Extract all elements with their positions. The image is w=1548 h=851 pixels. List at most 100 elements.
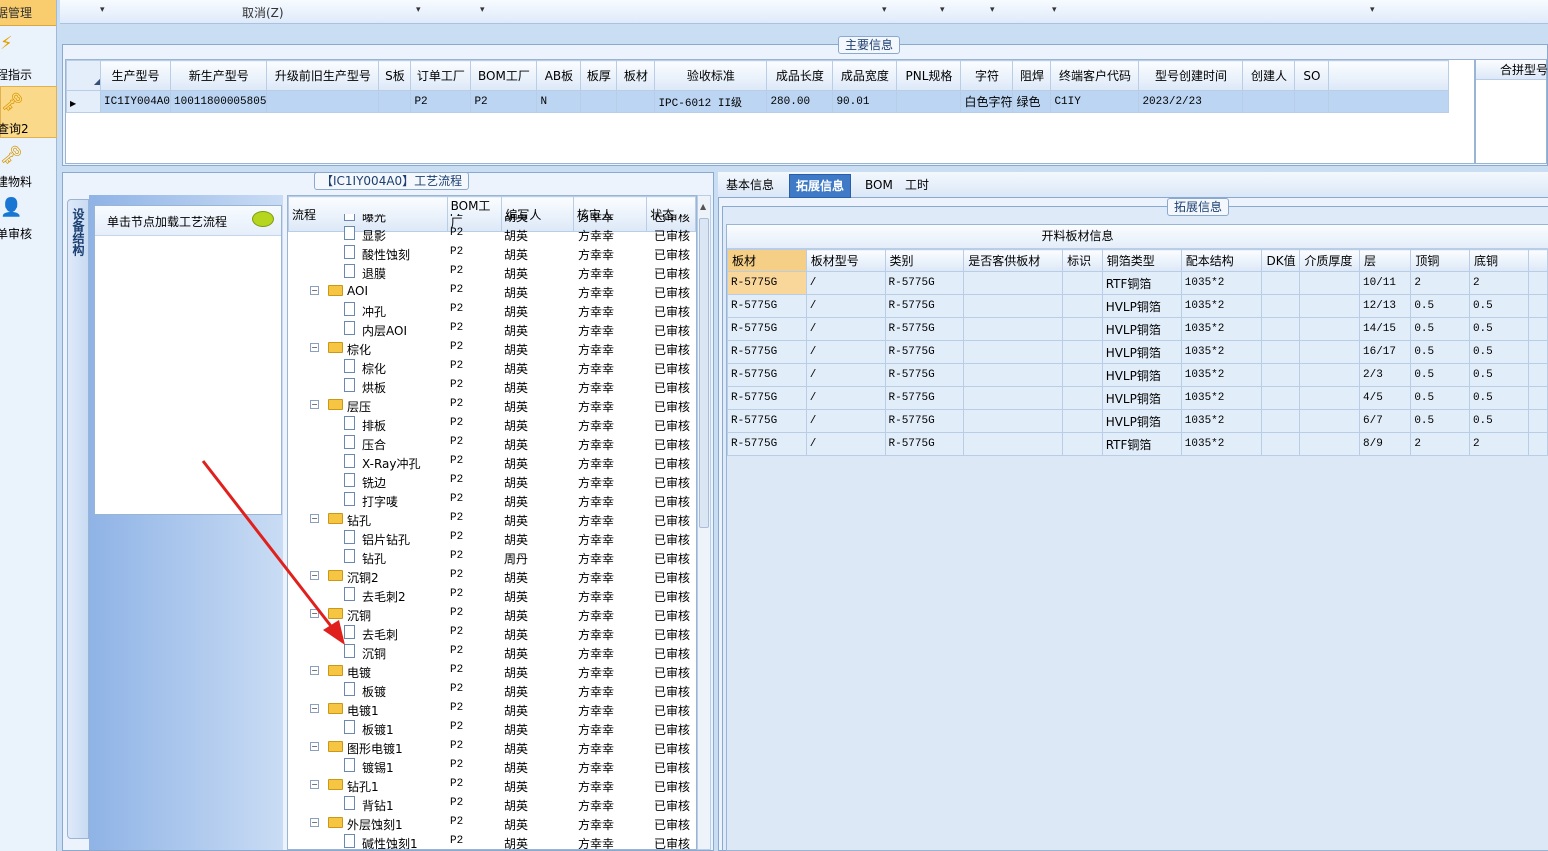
cell[interactable]: / <box>805 294 886 318</box>
cell[interactable]: P2 <box>470 90 538 113</box>
cell[interactable]: 2023/2/23 <box>1138 90 1244 113</box>
cell[interactable] <box>896 90 962 113</box>
tab-extended-info[interactable]: 拓展信息 <box>789 174 852 198</box>
cell[interactable]: HVLP铜箔 <box>1101 386 1182 410</box>
tree-row[interactable]: 显影 P2 胡英 方幸幸 已审核 <box>288 225 696 244</box>
col-header[interactable]: 板材 <box>616 60 656 91</box>
tree-row[interactable]: 冲孔 P2 胡英 方幸幸 已审核 <box>288 301 696 320</box>
cell[interactable]: 2 <box>1410 432 1470 456</box>
cell[interactable]: 0.5 <box>1468 294 1529 318</box>
cell[interactable]: 0.5 <box>1410 340 1470 364</box>
table-row[interactable]: R-5775G / R-5775G HVLP铜箔 1035*2 12/13 0.5 0.5 <box>727 294 1548 318</box>
cell[interactable]: HVLP铜箔 <box>1101 409 1182 433</box>
cell[interactable]: 0.5 <box>1468 386 1529 410</box>
cell[interactable]: C1IY <box>1050 90 1140 113</box>
cell[interactable]: 0.5 <box>1468 340 1529 364</box>
cell[interactable]: 1035*2 <box>1180 317 1263 341</box>
cell[interactable]: 0.5 <box>1468 409 1529 433</box>
cell[interactable] <box>963 317 1064 341</box>
col-header[interactable]: 类别 <box>884 249 965 272</box>
cell[interactable] <box>963 340 1064 364</box>
tree-row[interactable]: 棕化 P2 胡英 方幸幸 已审核 <box>288 358 696 377</box>
collapse-toggle-icon[interactable]: − <box>310 742 319 751</box>
cell[interactable] <box>266 90 380 113</box>
cell[interactable]: 2 <box>1468 432 1529 456</box>
cell[interactable]: 1035*2 <box>1180 340 1263 364</box>
col-header[interactable]: 板材型号 <box>805 249 886 272</box>
dropdown-arrow-icon[interactable]: ▾ <box>480 5 485 15</box>
dropdown-arrow-icon[interactable]: ▾ <box>882 5 887 15</box>
cell[interactable]: R-5775G <box>884 294 965 318</box>
tree-row[interactable]: − AOI P2 胡英 方幸幸 已审核 <box>288 282 696 301</box>
cell[interactable] <box>1261 317 1301 341</box>
cell[interactable] <box>616 90 656 113</box>
cell[interactable]: R-5775G <box>727 271 807 295</box>
cell[interactable]: R-5775G <box>727 386 807 410</box>
tree-row[interactable]: 烘板 P2 胡英 方幸幸 已审核 <box>288 377 696 396</box>
cell[interactable]: 0.5 <box>1468 363 1529 387</box>
table-row[interactable]: R-5775G / R-5775G HVLP铜箔 1035*2 14/15 0.5 0.5 <box>727 317 1548 341</box>
dropdown-arrow-icon[interactable]: ▾ <box>1370 5 1375 15</box>
collapse-toggle-icon[interactable]: − <box>310 666 319 675</box>
cell[interactable] <box>1299 294 1360 318</box>
col-header[interactable]: PNL规格 <box>896 60 962 91</box>
cell[interactable]: / <box>805 363 886 387</box>
table-row[interactable]: R-5775G / R-5775G HVLP铜箔 1035*2 2/3 0.5 0.5 <box>727 363 1548 387</box>
table-row[interactable]: R-5775G / R-5775G HVLP铜箔 1035*2 16/17 0.5 0.5 <box>727 340 1548 364</box>
cell[interactable] <box>1299 271 1360 295</box>
tree-row[interactable]: − 沉铜2 P2 胡英 方幸幸 已审核 <box>288 567 696 586</box>
tree-scrollbar[interactable]: ▲ <box>697 195 711 850</box>
tree-row[interactable]: 镀锡1 P2 胡英 方幸幸 已审核 <box>288 757 696 776</box>
table-row[interactable]: R-5775G / R-5775G RTF铜箔 1035*2 10/11 2 2 <box>727 271 1548 295</box>
collapse-toggle-icon[interactable]: − <box>310 780 319 789</box>
nav-item-query2[interactable]: 🗝 查询2 <box>0 86 57 138</box>
col-header[interactable]: 顶铜 <box>1410 249 1470 272</box>
table-row[interactable]: R-5775G / R-5775G HVLP铜箔 1035*2 4/5 0.5 0.5 <box>727 386 1548 410</box>
collapse-toggle-icon[interactable]: − <box>310 343 319 352</box>
cell[interactable]: N <box>536 90 582 113</box>
dropdown-arrow-icon[interactable]: ▾ <box>990 5 995 15</box>
cell[interactable]: HVLP铜箔 <box>1101 294 1182 318</box>
cell[interactable] <box>963 363 1064 387</box>
col-header[interactable]: 底铜 <box>1468 249 1529 272</box>
cell[interactable]: IC1IY004A0 <box>99 90 172 113</box>
cell[interactable] <box>1299 432 1360 456</box>
col-header[interactable]: 终端客户代码 <box>1050 60 1140 91</box>
tree-row[interactable]: 酸性蚀刻 P2 胡英 方幸幸 已审核 <box>288 244 696 263</box>
cell[interactable]: R-5775G <box>884 317 965 341</box>
dropdown-arrow-icon[interactable]: ▾ <box>1052 5 1057 15</box>
col-header[interactable]: 配本结构 <box>1180 249 1263 272</box>
cell[interactable]: 0.5 <box>1410 363 1470 387</box>
collapse-toggle-icon[interactable]: − <box>310 400 319 409</box>
cell[interactable] <box>1299 340 1360 364</box>
cell[interactable]: 1035*2 <box>1180 432 1263 456</box>
col-header[interactable]: 板厚 <box>580 60 618 91</box>
col-header[interactable]: 型号创建时间 <box>1138 60 1244 91</box>
tree-row[interactable]: 排板 P2 胡英 方幸幸 已审核 <box>288 415 696 434</box>
cell[interactable] <box>1261 294 1301 318</box>
col-header[interactable]: 字符 <box>960 60 1014 91</box>
tree-row[interactable]: − 钻孔1 P2 胡英 方幸幸 已审核 <box>288 776 696 795</box>
dropdown-arrow-icon[interactable]: ▾ <box>940 5 945 15</box>
col-header[interactable]: 验收标准 <box>654 60 768 91</box>
cell[interactable]: P2 <box>410 90 472 113</box>
cell[interactable] <box>1299 409 1360 433</box>
cell[interactable] <box>963 294 1064 318</box>
cell[interactable]: 14/15 <box>1358 317 1412 341</box>
cell[interactable]: / <box>805 409 886 433</box>
cell[interactable]: RTF铜箔 <box>1101 432 1182 456</box>
cell[interactable]: R-5775G <box>884 386 965 410</box>
cell[interactable]: R-5775G <box>727 294 807 318</box>
cell[interactable] <box>963 271 1064 295</box>
cell[interactable]: HVLP铜箔 <box>1101 317 1182 341</box>
select-all-corner[interactable]: ◢ <box>66 60 101 91</box>
cell[interactable]: 10011800005805 <box>170 90 268 113</box>
cell[interactable]: 0.5 <box>1468 317 1529 341</box>
cell[interactable] <box>1062 317 1103 341</box>
tree-row[interactable]: − 沉铜 P2 胡英 方幸幸 已审核 <box>288 605 696 624</box>
tree-row[interactable]: 压合 P2 胡英 方幸幸 已审核 <box>288 434 696 453</box>
tree-row[interactable]: − 外层蚀刻1 P2 胡英 方幸幸 已审核 <box>288 814 696 833</box>
collapse-toggle-icon[interactable]: − <box>310 704 319 713</box>
cell[interactable]: HVLP铜箔 <box>1101 363 1182 387</box>
tree-row[interactable]: 沉铜 P2 胡英 方幸幸 已审核 <box>288 643 696 662</box>
